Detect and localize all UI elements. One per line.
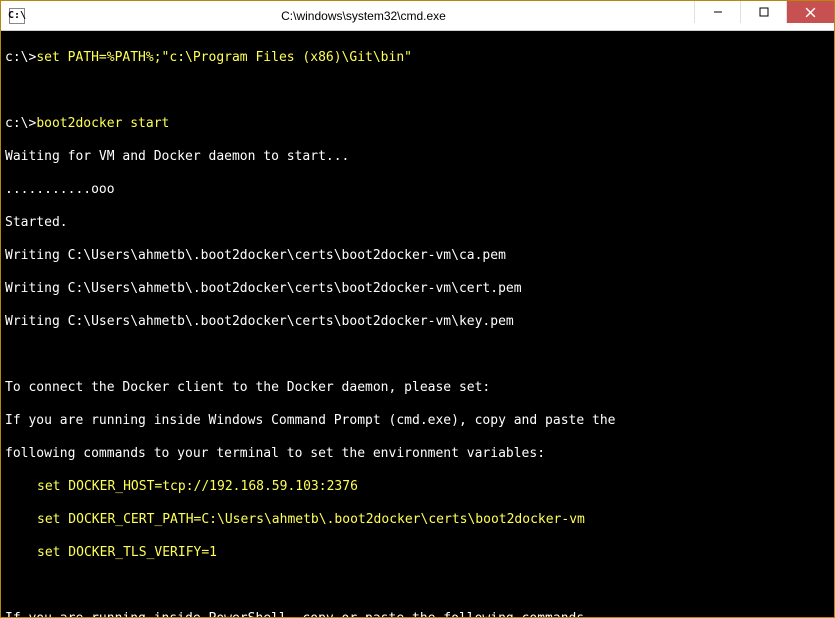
close-button[interactable]: [786, 1, 834, 23]
maximize-button[interactable]: [740, 1, 786, 23]
terminal-area[interactable]: c:\>set PATH=%PATH%;"c:\Program Files (x…: [1, 31, 834, 617]
command-text: boot2docker start: [36, 116, 169, 131]
cmd-window: C:\ C:\windows\system32\cmd.exe c:\>set …: [0, 0, 835, 618]
prompt: c:\>: [5, 116, 36, 131]
window-title: C:\windows\system32\cmd.exe: [33, 9, 694, 23]
env-suggestion: set DOCKER_HOST=tcp://192.168.59.103:237…: [5, 479, 830, 496]
output-line: To connect the Docker client to the Dock…: [5, 380, 830, 397]
minimize-button[interactable]: [694, 1, 740, 23]
output-line: Started.: [5, 215, 830, 232]
titlebar[interactable]: C:\ C:\windows\system32\cmd.exe: [1, 1, 834, 31]
env-suggestion: set DOCKER_CERT_PATH=C:\Users\ahmetb\.bo…: [5, 512, 830, 529]
window-controls: [694, 1, 834, 30]
output-line: ...........ooo: [5, 182, 830, 199]
output-line: Writing C:\Users\ahmetb\.boot2docker\cer…: [5, 281, 830, 298]
output-line: Writing C:\Users\ahmetb\.boot2docker\cer…: [5, 248, 830, 265]
prompt: c:\>: [5, 50, 36, 65]
command-text: set PATH=%PATH%;"c:\Program Files (x86)\…: [36, 50, 412, 65]
output-line: If you are running inside PowerShell, co…: [5, 611, 830, 618]
env-suggestion: set DOCKER_TLS_VERIFY=1: [5, 545, 830, 562]
output-line: If you are running inside Windows Comman…: [5, 413, 830, 430]
output-line: following commands to your terminal to s…: [5, 446, 830, 463]
app-icon: C:\: [9, 8, 25, 24]
output-line: Writing C:\Users\ahmetb\.boot2docker\cer…: [5, 314, 830, 331]
output-line: Waiting for VM and Docker daemon to star…: [5, 149, 830, 166]
